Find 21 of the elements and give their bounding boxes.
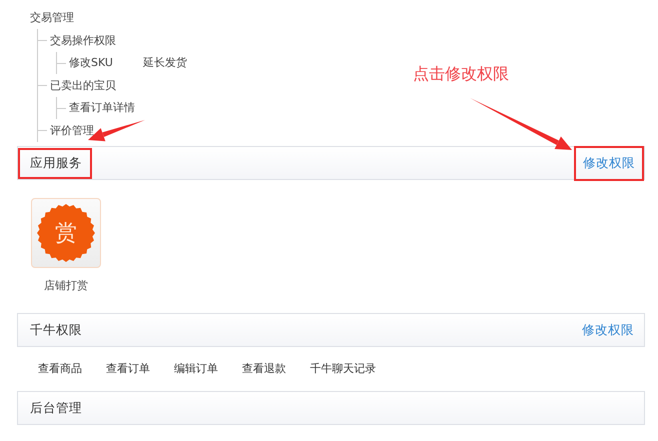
permission-label: 千牛聊天记录: [310, 361, 376, 377]
permission-label: 编辑订单: [174, 361, 218, 377]
edit-permissions-link[interactable]: 修改权限: [582, 322, 634, 338]
tree-label: 交易管理: [30, 11, 74, 24]
section-title: 后台管理: [30, 400, 82, 416]
reward-badge: 赏: [37, 204, 95, 262]
section-title: 千牛权限: [30, 322, 82, 338]
tree-label: 交易操作权限: [50, 34, 116, 47]
app-tile[interactable]: 赏: [31, 198, 101, 268]
permission-label: 查看订单: [106, 361, 150, 377]
tree-label: 查看订单详情: [69, 100, 135, 116]
annotation-text: 点击修改权限: [413, 64, 509, 85]
edit-permissions-link[interactable]: 修改权限: [574, 146, 644, 180]
tree-label: 修改SKU: [69, 55, 113, 71]
tree-label: 评价管理: [50, 124, 94, 137]
tree-label: 延长发货: [142, 55, 187, 71]
app-label: 店铺打赏: [44, 278, 88, 293]
permission-label: 查看退款: [242, 361, 286, 377]
permission-label: 查看商品: [38, 361, 82, 377]
section-title: 应用服务: [18, 148, 92, 178]
tree-label: 已卖出的宝贝: [50, 79, 116, 92]
